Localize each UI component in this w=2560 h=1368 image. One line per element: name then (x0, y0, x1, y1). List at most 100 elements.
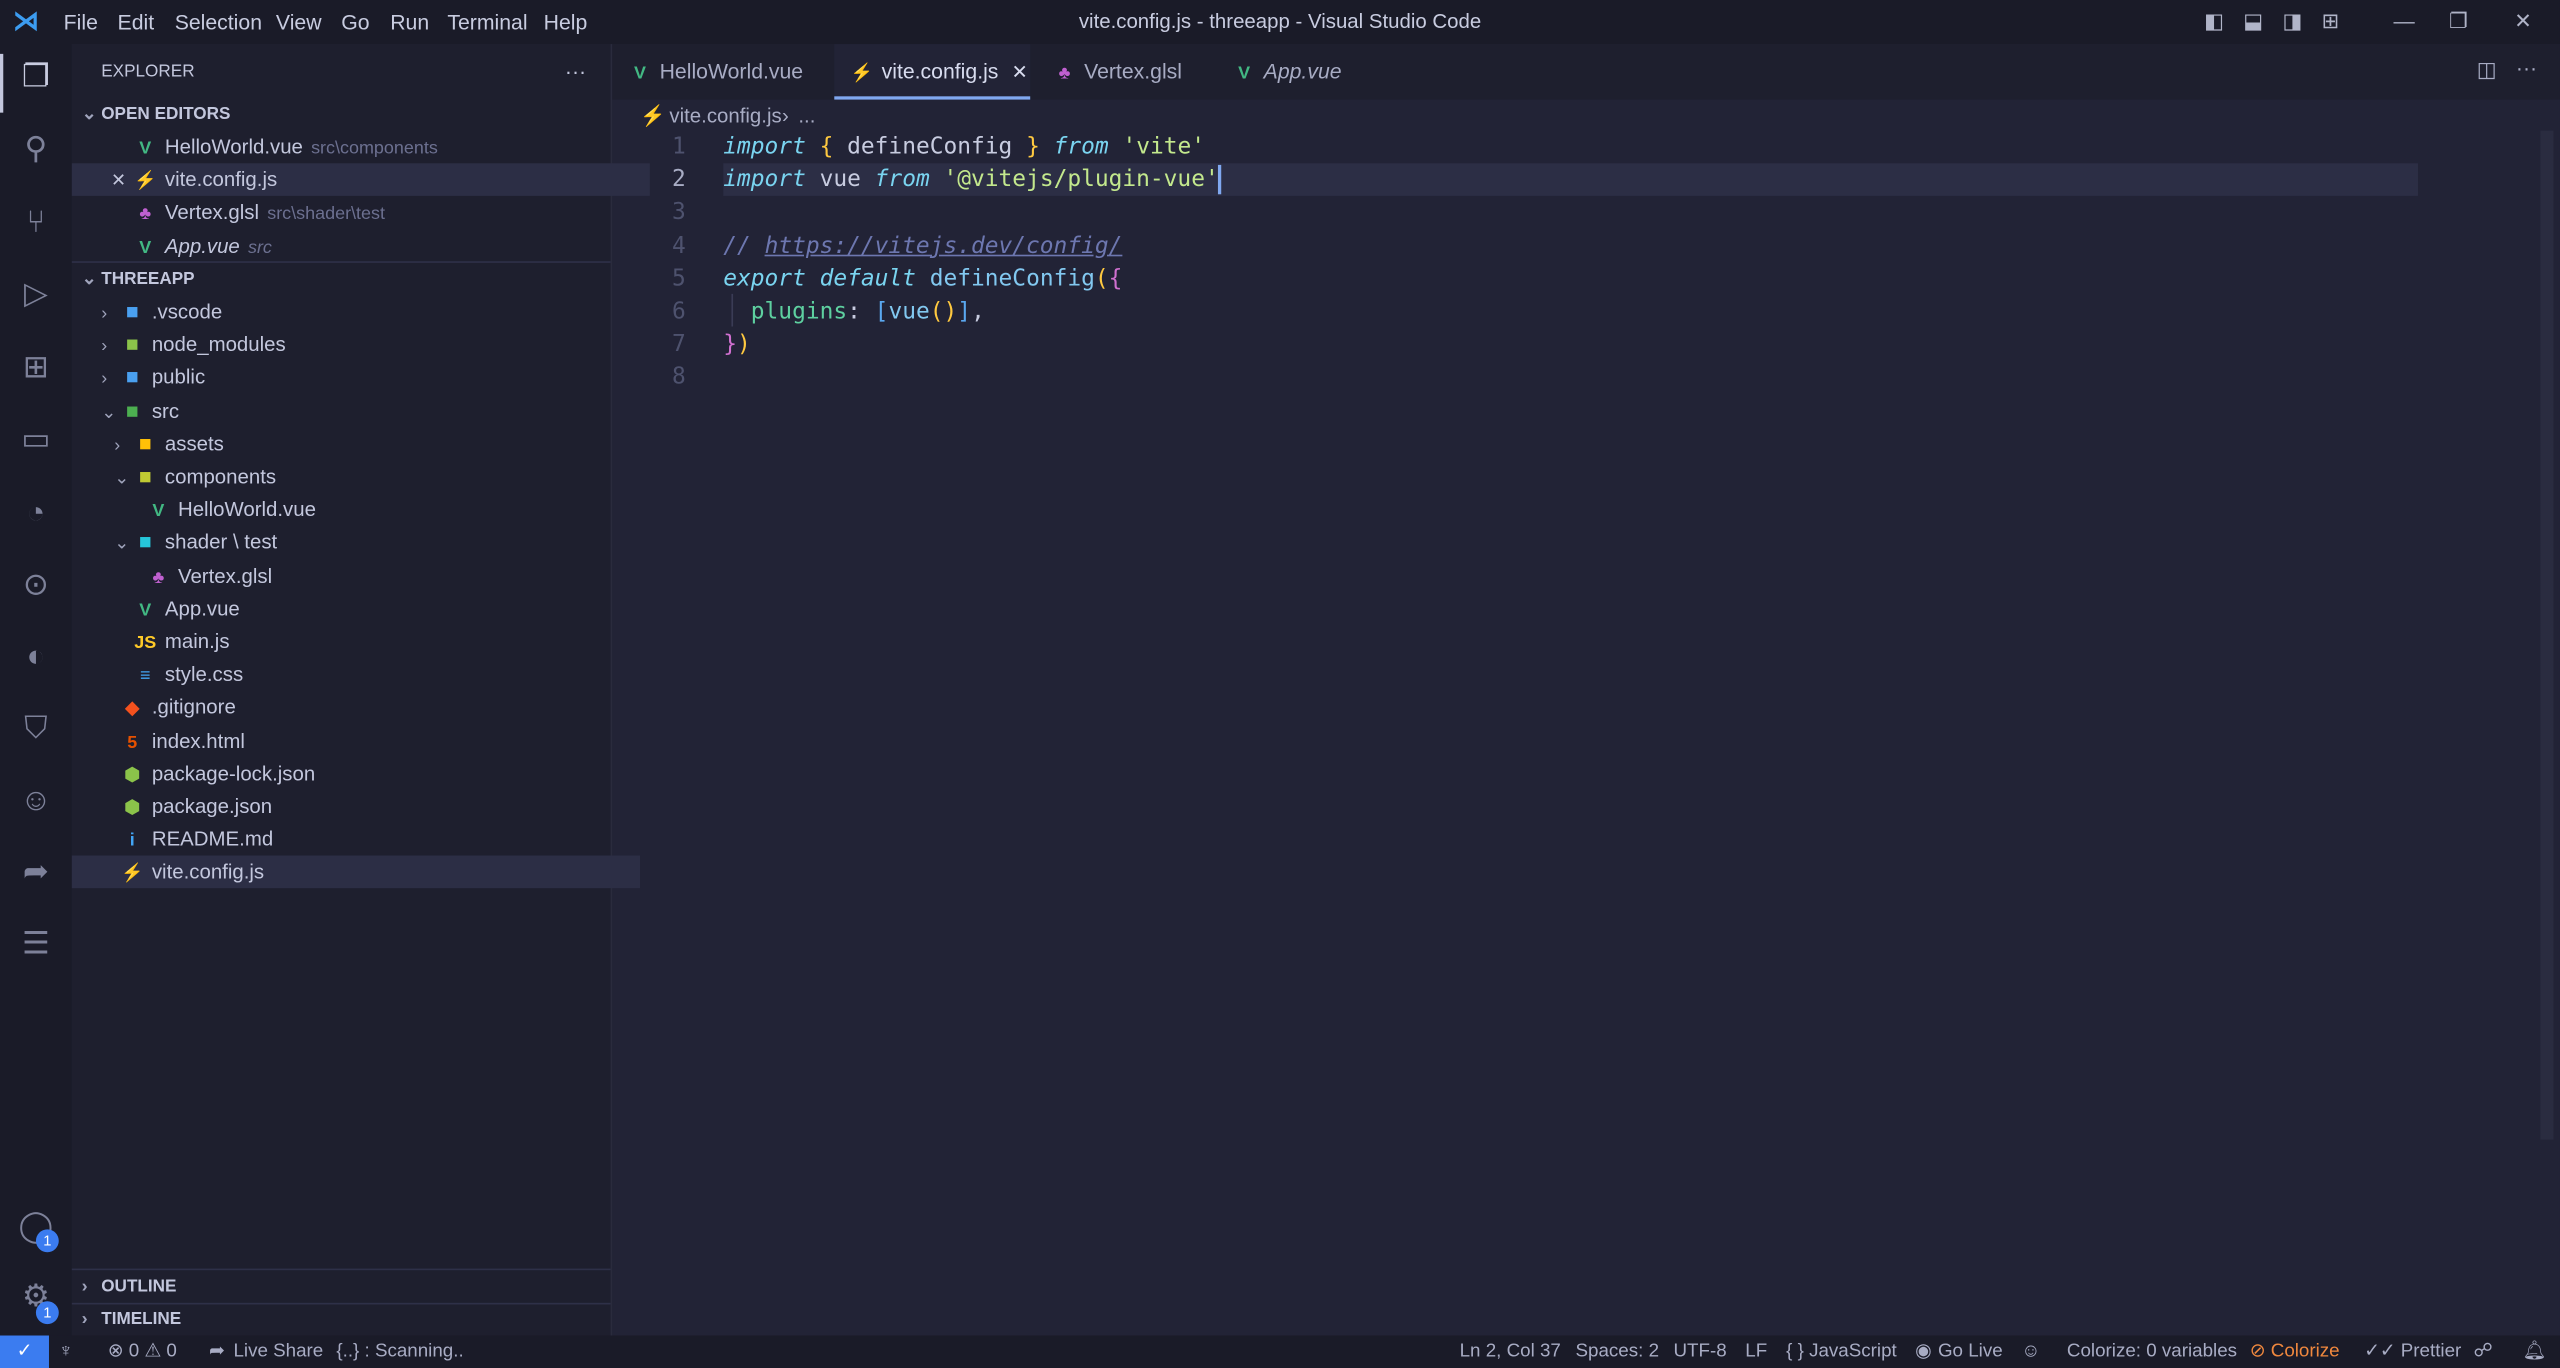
timeline-header[interactable]: › TIMELINE (72, 1303, 621, 1336)
project-header[interactable]: ⌄ THREEAPP (72, 263, 621, 296)
remote-indicator-icon[interactable]: ✓ (0, 1335, 49, 1368)
notifications-bell-icon[interactable]: 🔔︎ (2522, 1336, 2546, 1368)
sync-icon[interactable]: ♆ (59, 1336, 73, 1368)
open-editor-item[interactable]: V HelloWorld.vue src\components (72, 131, 650, 164)
folder-icon: ■ (138, 463, 152, 489)
close-window-icon[interactable]: ✕ (2514, 8, 2532, 34)
tab-vite-config-js[interactable]: ⚡ vite.config.js ✕ (834, 44, 1031, 100)
folder-icon: ■ (125, 397, 139, 423)
file-item[interactable]: 5 index.html (72, 724, 640, 757)
code-token: defineConfig (833, 133, 1027, 160)
file-item[interactable]: ♣ Vertex.glsl (72, 559, 666, 592)
list-icon[interactable]: ☰ (16, 926, 55, 965)
editor-more-icon[interactable]: ··· (2516, 56, 2537, 80)
code-token: ] (957, 298, 972, 325)
file-type-icon: V (1238, 63, 1251, 84)
minimize-icon[interactable]: — (2393, 8, 2414, 32)
close-tab-icon[interactable]: ✕ (1012, 60, 1028, 83)
live-share-icon[interactable]: ➦ (209, 1336, 225, 1368)
cursor-position[interactable]: Ln 2, Col 37 (1460, 1336, 1561, 1368)
toggle-secondary-sidebar-icon[interactable]: ◨ (2282, 8, 2302, 34)
chevron-right-icon: › (101, 336, 108, 357)
edge-icon[interactable]: ◐ (16, 638, 55, 677)
remote-explorer-icon[interactable]: ▭ (16, 421, 55, 460)
run-debug-icon[interactable]: ▷ (16, 276, 55, 315)
folder-item[interactable]: ⌄ ■ src (72, 394, 640, 427)
tab-vertex-glsl[interactable]: ♣ Vertex.glsl (1037, 44, 1217, 100)
customize-layout-icon[interactable]: ⊞ (2322, 8, 2340, 34)
line-ending[interactable]: LF (1745, 1336, 1767, 1368)
folder-item[interactable]: › ■ node_modules (72, 328, 640, 361)
colorize-variables[interactable]: Colorize: 0 variables (2067, 1336, 2237, 1368)
file-item[interactable]: ≡ style.css (72, 658, 653, 691)
file-item[interactable]: ⬢ package.json (72, 790, 640, 823)
toggle-panel-icon[interactable]: ⬓ (2243, 8, 2263, 34)
tab-helloworld-vue[interactable]: V HelloWorld.vue (612, 44, 834, 100)
editor-tabs: ◫ ··· V HelloWorld.vue ⚡ vite.config.js ✕ ♣ Ve… (612, 44, 2560, 100)
file-type-icon: ♣ (139, 204, 152, 225)
open-editors-header[interactable]: ⌄ OPEN EDITORS (72, 98, 621, 131)
folder-item[interactable]: › ■ .vscode (72, 296, 640, 329)
code-token: : (847, 298, 875, 325)
file-item[interactable]: ◆ .gitignore (72, 691, 640, 724)
folder-item[interactable]: › ■ public (72, 361, 640, 394)
live-share-status[interactable]: Live Share (233, 1336, 323, 1368)
restore-icon[interactable]: ❐ (2449, 8, 2468, 34)
folder-item[interactable]: ⌄ ■ shader \ test (72, 526, 653, 559)
file-item[interactable]: ⚡ vite.config.js (71, 856, 640, 889)
folder-item[interactable]: › ■ assets (72, 427, 653, 460)
files-icon[interactable]: ❐ (16, 59, 55, 98)
language-mode[interactable]: { } JavaScript (1786, 1336, 1897, 1368)
item-name: Vertex.glsl (177, 564, 273, 588)
file-type-icon: ♣ (1058, 63, 1071, 84)
code-editor[interactable]: 1 2 3 4 5 6 7 8 import { defineConfig } from 'vi… (612, 131, 2539, 1336)
search-icon[interactable]: ⚲ (16, 131, 55, 170)
git-graph-icon[interactable]: ⊙ (16, 567, 55, 606)
indentation[interactable]: Spaces: 2 (1576, 1336, 1660, 1368)
colorize-button[interactable]: ⊘ Colorize (2250, 1336, 2340, 1368)
outline-header[interactable]: › OUTLINE (72, 1270, 621, 1303)
status-bar: ✓ ♆ ⊗ 0 ⚠ 0 ➦ Live Share {..} : Scanning… (0, 1335, 2560, 1368)
item-name: package.json (151, 795, 273, 818)
split-editor-icon[interactable]: ◫ (2477, 57, 2497, 83)
code-token: ) (943, 298, 958, 325)
file-type-icon: V (152, 501, 165, 522)
file-item[interactable]: V HelloWorld.vue (72, 493, 666, 526)
open-editor-item[interactable]: V App.vue src (72, 230, 650, 263)
code-token: '@vitejs/plugin-vue' (943, 166, 1219, 193)
source-control-icon[interactable]: ⑂ (16, 204, 55, 243)
toggle-sidebar-icon[interactable]: ◧ (2204, 8, 2224, 34)
encoding[interactable]: UTF-8 (1673, 1336, 1726, 1368)
item-name: main.js (164, 630, 230, 654)
file-item[interactable]: i README.md (72, 823, 640, 856)
extensions-icon[interactable]: ⊞ (16, 349, 55, 388)
more-actions-icon[interactable]: ··· (565, 56, 586, 89)
file-item[interactable]: JS main.js (72, 625, 653, 658)
code-token: 'vite' (1122, 133, 1206, 160)
copilot-status-icon[interactable]: ☺ (2021, 1336, 2040, 1368)
live-share-icon[interactable]: ➦ (16, 854, 55, 893)
editor-scrollbar[interactable] (2540, 130, 2554, 1140)
file-name: App.vue (164, 234, 240, 258)
breadcrumb-symbols[interactable]: ... (798, 100, 815, 133)
breadcrumb-file[interactable]: vite.config.js (669, 100, 781, 133)
code-token: defineConfig (929, 265, 1095, 292)
code-token: from (874, 166, 930, 193)
open-editor-item[interactable]: ♣ Vertex.glsl src\shader\test (72, 197, 650, 230)
copilot-icon[interactable]: ☺ (16, 782, 55, 821)
code-token: , (971, 298, 985, 325)
close-editor-icon[interactable]: ✕ (111, 165, 134, 198)
prettier-status[interactable]: ✓✓ Prettier (2364, 1336, 2461, 1368)
tab-app-vue[interactable]: V App.vue (1216, 44, 1396, 100)
folder-item[interactable]: ⌄ ■ components (72, 460, 653, 493)
file-item[interactable]: ⬢ package-lock.json (72, 757, 640, 790)
file-item[interactable]: V App.vue (72, 592, 653, 625)
open-editor-item[interactable]: ✕ ⚡ vite.config.js (71, 163, 650, 198)
go-live[interactable]: Go Live (1938, 1336, 2003, 1368)
problems-status[interactable]: ⊗ 0 ⚠ 0 (108, 1336, 177, 1368)
bookmark-icon[interactable]: ⛉ (16, 710, 55, 749)
git-history-icon[interactable]: ◔ (16, 495, 55, 534)
feedback-icon[interactable]: ☍ (2473, 1336, 2492, 1368)
